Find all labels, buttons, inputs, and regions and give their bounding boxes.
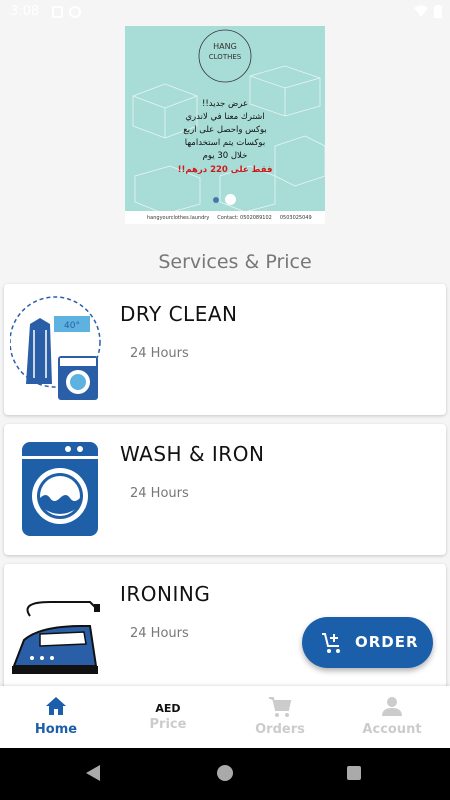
banner-price: فقط على 220 درهم!! bbox=[177, 165, 273, 175]
order-button[interactable]: ORDER bbox=[302, 617, 433, 668]
carousel-dot[interactable] bbox=[213, 196, 219, 203]
system-home-icon[interactable] bbox=[217, 765, 233, 781]
cart-icon bbox=[269, 697, 292, 717]
banner-line-5: خلال 30 يوم bbox=[202, 151, 248, 161]
banner-line-1: عرض جديد!! bbox=[201, 99, 249, 109]
service-duration: 24 Hours bbox=[130, 626, 189, 641]
nav-label-home: Home bbox=[34, 722, 78, 737]
carousel-indicator[interactable] bbox=[213, 194, 236, 205]
service-name: WASH & IRON bbox=[120, 442, 265, 466]
home-icon bbox=[46, 697, 66, 715]
banner-instagram: hangyourclothes.laundry bbox=[147, 214, 210, 221]
carousel-dot-active[interactable] bbox=[225, 194, 236, 205]
service-name: IRONING bbox=[120, 582, 211, 606]
battery-icon bbox=[434, 5, 442, 18]
add-cart-icon bbox=[322, 633, 340, 653]
person-icon bbox=[382, 697, 402, 716]
aed-icon: AED bbox=[155, 702, 181, 715]
nav-label-orders: Orders bbox=[255, 722, 305, 737]
status-bar: 3:08 bbox=[0, 0, 450, 26]
recents-icon[interactable] bbox=[347, 766, 361, 780]
nav-item-home[interactable]: Home bbox=[0, 686, 112, 748]
nav-item-account[interactable]: Account bbox=[336, 686, 448, 748]
logo-line-2: CLOTHES bbox=[208, 53, 242, 61]
banner-logo: HANG CLOTHES bbox=[199, 42, 251, 62]
service-duration: 24 Hours bbox=[130, 346, 189, 361]
service-duration: 24 Hours bbox=[130, 486, 189, 501]
banner-line-2: اشترك معنا في لاندري bbox=[185, 112, 265, 122]
nav-label-account: Account bbox=[362, 722, 422, 737]
logo-line-1: HANG bbox=[213, 42, 237, 51]
system-nav-bar bbox=[0, 748, 450, 800]
status-time: 3:08 bbox=[10, 4, 40, 19]
washing-machine-icon bbox=[10, 434, 105, 546]
service-name: DRY CLEAN bbox=[120, 302, 238, 326]
back-icon[interactable] bbox=[86, 765, 100, 781]
section-title: Services & Price bbox=[158, 251, 312, 273]
service-card-wash-iron[interactable]: WASH & IRON 24 Hours bbox=[4, 424, 446, 555]
wifi-icon bbox=[414, 5, 428, 17]
banner-phone: 0503025049 bbox=[279, 214, 312, 221]
sync-icon bbox=[69, 6, 81, 18]
banner-line-3: بوكس واحصل على اربع bbox=[183, 125, 267, 135]
sim-icon bbox=[52, 6, 63, 18]
banner-line-4: بوكسات يتم استخدامها bbox=[184, 138, 266, 148]
service-card-dry-clean[interactable]: 40° DRY CLEAN 24 Hours bbox=[4, 284, 446, 415]
iron-icon bbox=[10, 574, 105, 686]
banner-footer: hangyourclothes.laundry Contact: 0502089… bbox=[125, 211, 325, 224]
order-button-label: ORDER bbox=[355, 633, 419, 651]
banner-contact: Contact: 0502089102 bbox=[217, 214, 272, 221]
bottom-nav: Home AED Price Orders Account bbox=[0, 686, 450, 748]
promo-banner[interactable]: HANG CLOTHES عرض جديد!! اشترك معنا في لا… bbox=[125, 26, 325, 224]
nav-item-price[interactable]: AED Price bbox=[112, 686, 224, 748]
svg-text:40°: 40° bbox=[64, 321, 80, 331]
nav-label-price: Price bbox=[149, 717, 187, 732]
dry-clean-icon: 40° bbox=[9, 294, 105, 406]
nav-item-orders[interactable]: Orders bbox=[224, 686, 336, 748]
